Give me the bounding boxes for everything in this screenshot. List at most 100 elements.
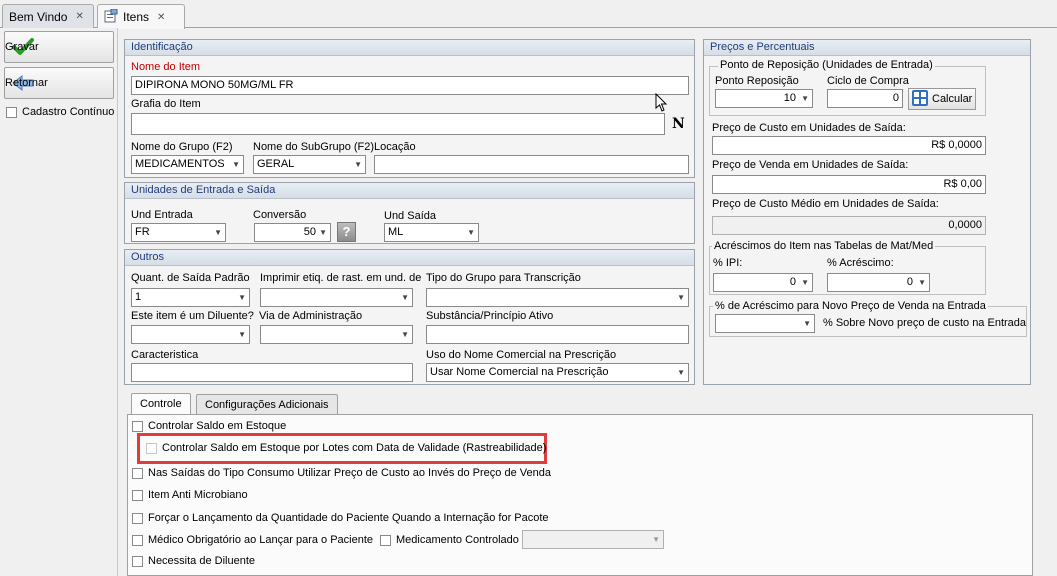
checkbox[interactable] [132,555,143,567]
und-saida-select[interactable]: ML ▼ [384,223,479,242]
help-button[interactable]: ? [337,222,356,242]
ipi-stepper[interactable]: 0 ▼ [713,273,813,292]
preco-medio-input: 0,0000 [712,216,986,235]
locacao-input[interactable] [374,155,689,174]
chevron-down-icon: ▼ [677,293,685,302]
checkbox[interactable] [132,534,143,546]
controlar-saldo-checkbox[interactable]: Controlar Saldo em Estoque [132,420,286,432]
via-administracao-select[interactable]: ▼ [260,325,413,344]
substancia-input[interactable] [426,325,689,344]
forcar-lancamento-checkbox[interactable]: Forçar o Lançamento da Quantidade do Pac… [132,512,549,524]
checkbox[interactable] [132,467,143,479]
ipi-label: % IPI: [713,257,743,269]
calcular-button[interactable]: Calcular [908,88,976,110]
substancia-label: Substância/Princípio Ativo [426,310,554,322]
grupo-label: Nome do Grupo (F2) [131,141,233,153]
tipo-grupo-select[interactable]: ▼ [426,288,689,307]
nome-item-input[interactable]: DIPIRONA MONO 50MG/ML FR [131,76,689,95]
checkbox[interactable] [146,442,157,454]
grafia-label: Grafia do Item [131,98,201,110]
close-icon[interactable]: ✕ [157,12,165,23]
novo-preco-title: % de Acréscimo para Novo Preço de Venda … [713,300,988,312]
group-title: Preços e Percentuais [704,40,1030,56]
locacao-label: Locação [374,141,416,153]
checkbox[interactable] [6,106,17,118]
subgrupo-label: Nome do SubGrupo (F2) [253,141,375,153]
chevron-down-icon: ▼ [801,278,809,287]
sobre-novo-preco-label: % Sobre Novo preço de custo na Entrada [823,317,1027,329]
anti-microbiano-checkbox[interactable]: Item Anti Microbiano [132,489,248,501]
acrescimo-stepper[interactable]: 0 ▼ [827,273,930,292]
preco-custo-label: Preço de Custo em Unidades de Saída: [712,122,906,134]
back-button[interactable]: Retornar [4,67,114,99]
imprimir-etiq-select[interactable]: ▼ [260,288,413,307]
ponto-reposicao-stepper[interactable]: 10 ▼ [715,89,813,108]
group-title: Identificação [125,40,694,56]
imprimir-etiq-label: Imprimir etiq. de rast. em und. de [260,272,422,284]
tab-itens[interactable]: Itens ✕ [97,4,185,29]
und-entrada-select[interactable]: FR ▼ [131,223,226,242]
conversao-stepper[interactable]: 50 ▼ [254,223,331,242]
chevron-down-icon: ▼ [918,278,926,287]
tab-controle[interactable]: Controle [131,393,191,415]
conversao-label: Conversão [253,209,307,221]
diluente-select[interactable]: ▼ [131,325,250,344]
save-button[interactable]: Gravar [4,31,114,63]
chevron-down-icon: ▼ [354,160,362,169]
tab-label: Itens [123,10,150,24]
nome-item-label: Nome do Item [131,61,201,73]
group-title: Outros [125,250,694,266]
grupo-select[interactable]: MEDICAMENTOS ▼ [131,155,244,174]
calculator-icon [912,89,928,109]
n-button[interactable]: N [672,116,685,132]
ciclo-compra-label: Ciclo de Compra [827,75,909,87]
ponto-reposicao-label: Ponto Reposição [715,75,799,87]
preco-custo-input[interactable]: R$ 0,0000 [712,136,986,155]
subgrupo-select[interactable]: GERAL ▼ [253,155,366,174]
novo-preco-select[interactable]: ▼ [715,314,815,333]
mouse-cursor-icon [655,92,669,116]
ponto-reposicao-title: Ponto de Reposição (Unidades de Entrada) [718,59,935,71]
preco-venda-label: Preço de Venda em Unidades de Saída: [712,159,909,171]
controlar-lotes-checkbox[interactable]: Controlar Saldo em Estoque por Lotes com… [146,442,546,454]
checkbox[interactable] [132,420,143,432]
medicamento-controlado-select: ▼ [522,530,664,549]
grafia-input[interactable] [131,113,665,135]
quant-saida-select[interactable]: 1 ▼ [131,288,250,307]
document-icon [104,8,118,26]
consumo-preco-custo-checkbox[interactable]: Nas Saídas do Tipo Consumo Utilizar Preç… [132,467,551,479]
uso-nome-comercial-select[interactable]: Usar Nome Comercial na Prescrição ▼ [426,363,689,382]
preco-medio-label: Preço de Custo Médio em Unidades de Saíd… [712,198,939,210]
chevron-down-icon: ▼ [803,319,811,328]
uso-nome-comercial-label: Uso do Nome Comercial na Prescrição [426,349,617,361]
chevron-down-icon: ▼ [232,160,240,169]
group-title: Unidades de Entrada e Saída [125,183,694,199]
chevron-down-icon: ▼ [677,368,685,377]
tab-bem-vindo[interactable]: Bem Vindo ✕ [2,4,94,28]
und-entrada-label: Und Entrada [131,209,193,221]
diluente-label: Este item é um Diluente? [131,310,254,322]
via-administracao-label: Via de Administração [259,310,363,322]
checkbox[interactable] [132,489,143,501]
chevron-down-icon: ▼ [214,228,222,237]
ciclo-compra-input[interactable]: 0 [827,89,903,108]
chevron-down-icon: ▼ [401,293,409,302]
chevron-down-icon: ▼ [652,535,660,544]
tab-configuracoes-adicionais[interactable]: Configurações Adicionais [196,394,338,415]
chevron-down-icon: ▼ [801,94,809,103]
medicamento-controlado-checkbox[interactable]: Medicamento Controlado [380,534,519,546]
preco-venda-input[interactable]: R$ 0,00 [712,175,986,194]
quant-saida-label: Quant. de Saída Padrão [131,272,250,284]
chevron-down-icon: ▼ [238,330,246,339]
und-saida-label: Und Saída [384,210,436,222]
necessita-diluente-checkbox[interactable]: Necessita de Diluente [132,555,255,567]
checkbox[interactable] [380,534,391,546]
tab-label: Bem Vindo [9,9,68,24]
chevron-down-icon: ▼ [319,228,327,237]
close-icon[interactable]: ✕ [75,11,83,22]
acrescimos-title: Acréscimos do Item nas Tabelas de Mat/Me… [712,240,936,252]
caracteristica-input[interactable] [131,363,413,382]
cadastro-continuo-checkbox[interactable]: Cadastro Contínuo [6,106,114,118]
medico-obrigatorio-checkbox[interactable]: Médico Obrigatório ao Lançar para o Paci… [132,534,373,546]
checkbox[interactable] [132,512,143,524]
